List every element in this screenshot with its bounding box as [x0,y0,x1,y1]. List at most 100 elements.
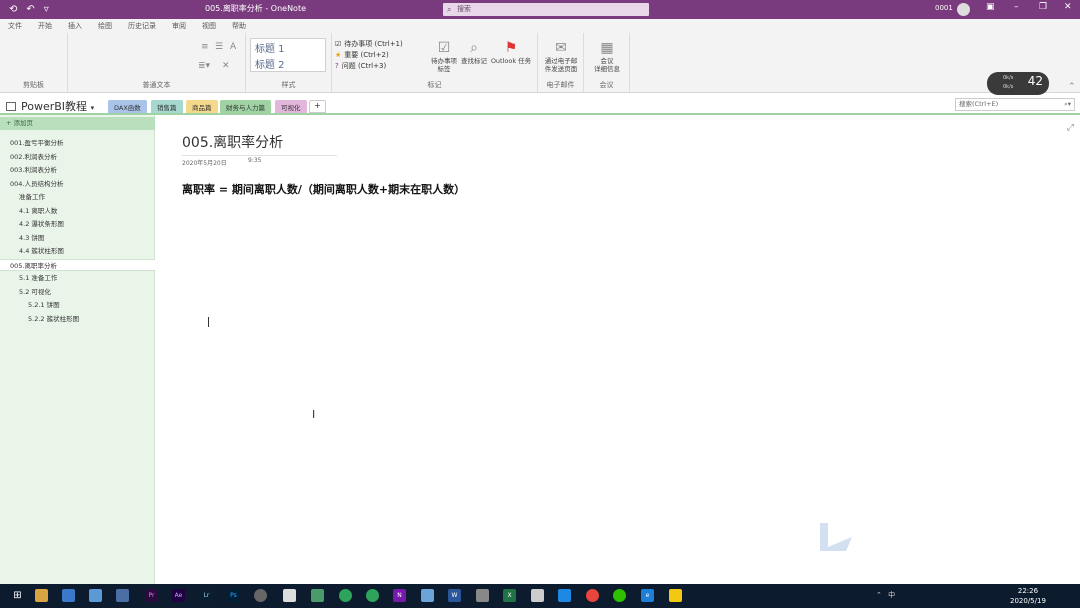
delete-icon[interactable]: ✕ [222,61,230,71]
tab-draw[interactable]: 绘图 [90,19,120,33]
find-tags-icon: ⌕ [470,40,478,56]
tab-home[interactable]: 开始 [30,19,60,33]
page-time: 9:35 [248,157,262,164]
tag-important[interactable]: ★ 重要 (Ctrl+2) [335,49,427,60]
onenote-icon[interactable]: N [393,589,406,602]
page-list-item[interactable]: 005.离职率分析 [0,258,155,271]
page-list-item[interactable]: 4.3 饼图 [0,232,44,244]
tag-todo[interactable]: ☑ 待办事项 (Ctrl+1) [335,38,427,49]
maximize-icon[interactable]: ❐ [1039,2,1047,12]
minimize-icon[interactable]: – [1014,2,1019,12]
windows-start-icon[interactable]: ⊞ [11,589,24,602]
page-list-item[interactable]: 001.盈亏平衡分析 [0,137,63,149]
notebook-icon [6,102,16,111]
flag-icon: ⚑ [504,40,518,56]
chrome-icon[interactable] [586,589,599,602]
tab-insert[interactable]: 插入 [60,19,90,33]
title-bar: ⟲ ↶ ▿ 005.离职率分析 - OneNote ⌕ 搜索 0001 ▣ – … [0,0,1080,19]
excel-icon[interactable]: X [503,589,516,602]
page-list-item[interactable]: 002.利润表分析 [0,151,57,163]
notebook-search-input[interactable]: 搜索(Ctrl+E) ⌕▾ [955,98,1075,111]
page-list-item[interactable]: 4.2 瀑状条形图 [0,218,64,230]
app-icon-5[interactable] [283,589,296,602]
clear-format-icon[interactable]: A [230,42,236,52]
question-icon: ? [335,61,339,70]
wechat-icon[interactable] [613,589,626,602]
email-page-button[interactable]: ✉ 通过电子邮 件发送页面 [540,39,582,73]
tab-view[interactable]: 视图 [194,19,224,33]
clock[interactable]: 22:26 2020/5/19 [1010,586,1046,606]
app-icon-3[interactable] [116,589,129,602]
back-icon[interactable]: ⟲ [9,4,17,15]
notebook-selector[interactable]: PowerBI教程 ▾ [6,98,94,114]
section-tab-sales[interactable]: 销售篇 [151,100,183,113]
undo-icon[interactable]: ↶ [26,4,34,15]
ribbon-display-icon[interactable]: ▣ [986,2,995,12]
increase-indent-icon[interactable]: ☰ [215,42,223,52]
page-list-item[interactable]: 4.4 簇状柱形图 [0,245,64,257]
network-speed-widget: 0k/s 0k/s 42 [987,72,1049,95]
page-list-item[interactable]: 5.2.2 簇状柱形图 [0,313,79,325]
section-tab-visualization[interactable]: 可视化 [275,100,307,113]
app-icon-1[interactable] [62,589,75,602]
style-heading-1[interactable]: 标题 1 [251,39,325,55]
ribbon-tabs: 文件 开始 插入 绘图 历史记录 审阅 视图 帮助 [0,19,1080,33]
page-list-item[interactable]: 5.2.1 饼图 [0,299,60,311]
add-section-button[interactable]: + [309,100,326,113]
file-explorer-icon[interactable] [35,589,48,602]
style-heading-2[interactable]: 标题 2 [251,55,325,71]
section-tab-product[interactable]: 商品篇 [186,100,218,113]
system-tray[interactable]: ⌃ 中 [876,590,897,600]
tab-help[interactable]: 帮助 [224,19,254,33]
page-list-item[interactable]: 004.人员结构分析 [0,178,63,190]
customize-quick-access-icon[interactable]: ▿ [44,4,49,15]
outlook-tasks-button[interactable]: ⚑ Outlook 任务 [489,39,533,65]
calculator-icon[interactable] [476,589,489,602]
premiere-icon[interactable]: Pr [145,589,158,602]
section-tab-dax[interactable]: DAX函数 [108,100,147,113]
app-icon-6[interactable] [311,589,324,602]
decrease-indent-icon[interactable]: ≡ [201,42,209,52]
tag-question[interactable]: ? 问题 (Ctrl+3) [335,60,427,71]
collapse-ribbon-icon[interactable]: ⌃ [1068,82,1076,92]
tab-history[interactable]: 历史记录 [120,19,164,33]
powerbi-icon[interactable] [669,589,682,602]
edge-icon[interactable]: e [641,589,654,602]
todo-tag-button[interactable]: ☑ 待办事项 标签 [429,39,459,73]
app-icon-7[interactable] [339,589,352,602]
user-name[interactable]: 0001 [935,4,953,12]
app-icon-4[interactable] [254,589,267,602]
add-page-button[interactable]: + 添加页 [0,117,155,130]
close-icon[interactable]: ✕ [1064,2,1072,12]
app-icon-11[interactable] [558,589,571,602]
page-list-item[interactable]: 003.利润表分析 [0,164,57,176]
align-icon[interactable]: ≣▾ [198,61,210,71]
search-input[interactable]: ⌕ 搜索 [443,3,649,16]
find-tags-button[interactable]: ⌕ 查找标记 [459,39,489,65]
after-effects-icon[interactable]: Ae [172,589,185,602]
section-tab-finance-hr[interactable]: 财务与人力篇 [220,100,271,113]
taskbar: ⊞ Pr Ae Lr Ps N W X e ⌃ 中 22:26 2020/5/1… [0,584,1080,608]
page-list-item[interactable]: 5.1 准备工作 [0,272,57,284]
app-icon-2[interactable] [89,589,102,602]
app-icon-9[interactable] [421,589,434,602]
meeting-details-button[interactable]: ▦ 会议 详细信息 [586,39,628,73]
formula-text[interactable]: 离职率 = 期间离职人数/（期间离职人数+期末在职人数） [182,181,465,197]
lightroom-icon[interactable]: Lr [200,589,213,602]
page-list-item[interactable]: 4.1 离职人数 [0,205,57,217]
calendar-icon: ▦ [600,40,614,56]
page-list-item[interactable]: 准备工作 [0,191,45,203]
tab-file[interactable]: 文件 [0,19,30,33]
expand-icon[interactable]: ⤢ [1067,123,1074,133]
app-icon-8[interactable] [366,589,379,602]
tags-gallery[interactable]: ☑ 待办事项 (Ctrl+1) ★ 重要 (Ctrl+2) ? 问题 (Ctrl+3) [335,38,427,72]
word-icon[interactable]: W [448,589,461,602]
page-title[interactable]: 005.离职率分析 [182,132,337,156]
avatar[interactable] [957,3,970,16]
app-icon-10[interactable] [531,589,544,602]
tab-review[interactable]: 审阅 [164,19,194,33]
page-canvas[interactable]: ⤢ 005.离职率分析 2020年5月20日 9:35 离职率 = 期间离职人数… [156,117,1080,584]
page-list-item[interactable]: 5.2 可视化 [0,286,51,298]
styles-gallery[interactable]: 标题 1 标题 2 [250,38,326,72]
photoshop-icon[interactable]: Ps [227,589,240,602]
